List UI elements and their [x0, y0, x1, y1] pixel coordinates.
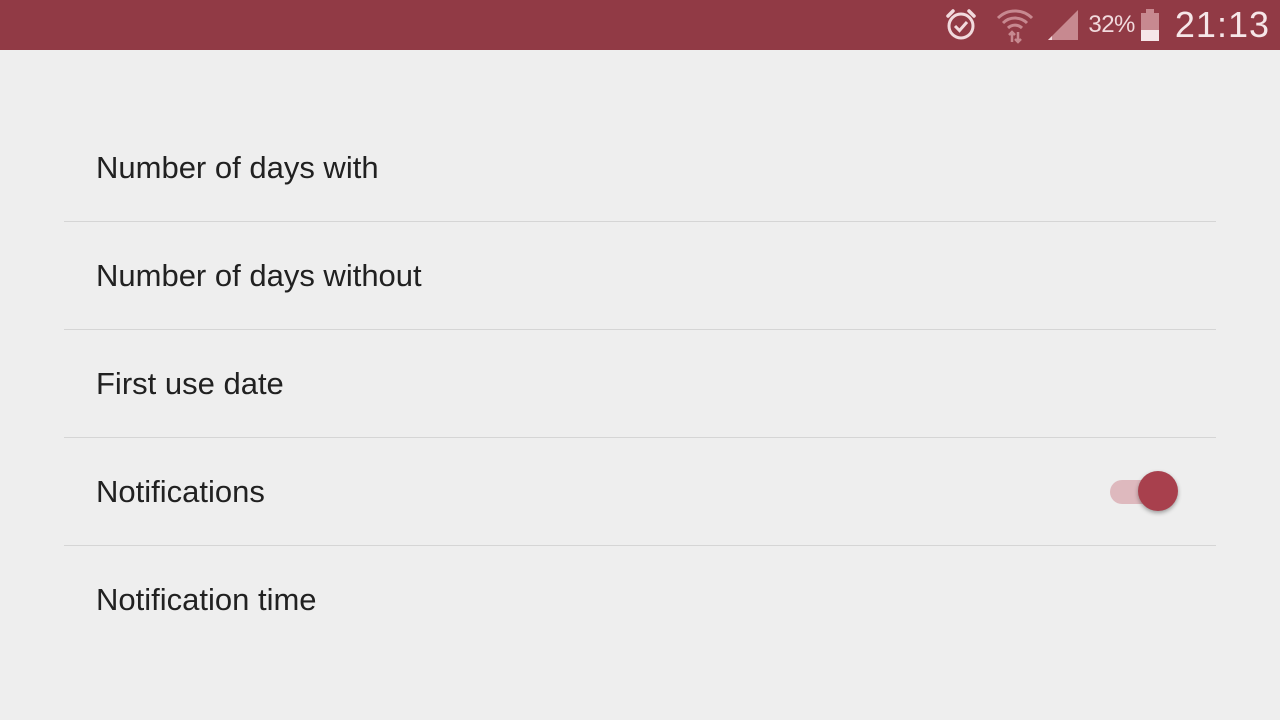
- setting-notifications[interactable]: Notifications: [64, 438, 1216, 546]
- setting-label: Number of days without: [96, 257, 422, 293]
- status-icons: 32% 21:13: [944, 0, 1270, 50]
- wifi-icon: [996, 6, 1034, 44]
- signal-icon: [1046, 8, 1080, 42]
- setting-label: Number of days with: [96, 149, 379, 185]
- alarm-icon: [944, 8, 978, 42]
- clock: 21:13: [1174, 4, 1270, 45]
- settings-list: Number of days with Number of days witho…: [64, 114, 1216, 654]
- battery-icon: [1139, 8, 1161, 42]
- notifications-toggle[interactable]: [1108, 470, 1178, 514]
- setting-first-use-date[interactable]: First use date: [64, 330, 1216, 438]
- setting-number-of-days-with[interactable]: Number of days with: [64, 114, 1216, 222]
- toggle-thumb[interactable]: [1138, 470, 1178, 511]
- status-bar: 32% 21:13: [0, 0, 1280, 50]
- setting-label: Notifications: [96, 473, 265, 509]
- setting-label: Notification time: [96, 582, 317, 617]
- setting-number-of-days-without[interactable]: Number of days without: [64, 222, 1216, 330]
- setting-label: First use date: [96, 365, 284, 401]
- setting-notification-time[interactable]: Notification time: [64, 546, 1216, 654]
- battery-percentage: 32%: [1088, 11, 1135, 38]
